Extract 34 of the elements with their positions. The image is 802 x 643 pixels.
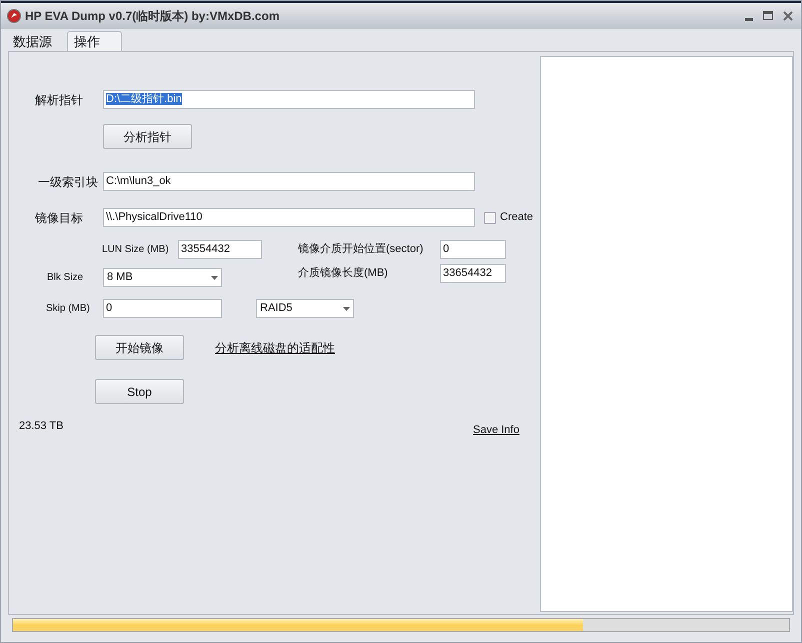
button[interactable]: Stop	[95, 379, 184, 404]
label: Skip (MB)	[46, 302, 91, 316]
window-title: HP EVA Dump v0.7(临时版本) by:VMxDB.com	[25, 8, 280, 25]
label: 23.53 TB	[19, 418, 64, 434]
tab[interactable]: 数据源	[7, 33, 67, 51]
label: 介质镜像长度(MB)	[298, 266, 389, 282]
input-field[interactable]: 0	[103, 299, 222, 318]
input-field[interactable]: C:\m\lun3_ok	[103, 172, 475, 191]
button[interactable]: 分析指针	[103, 124, 192, 149]
close-icon[interactable]	[783, 11, 793, 21]
label: 解析指针	[35, 92, 84, 108]
dropdown[interactable]: 8 MB	[103, 268, 222, 287]
input-field[interactable]: D:\二级指针.bin	[103, 90, 475, 109]
link[interactable]: 分析离线磁盘的适配性	[215, 338, 335, 356]
input-field[interactable]: 0	[440, 240, 506, 259]
dropdown[interactable]: RAID5	[256, 299, 354, 318]
label: LUN Size (MB)	[102, 243, 170, 257]
maximize-icon[interactable]	[763, 11, 773, 21]
input-field[interactable]: 33554432	[178, 240, 262, 259]
tab[interactable]: 操作	[67, 31, 122, 51]
caret-icon	[211, 276, 218, 280]
button[interactable]: 开始镜像	[95, 335, 184, 360]
input-field[interactable]: \\.\PhysicalDrive110	[103, 208, 475, 227]
label: 镜像目标	[35, 210, 84, 226]
label: Blk Size	[47, 271, 84, 285]
input-field[interactable]: 33654432	[440, 264, 506, 283]
label: 一级索引块	[38, 174, 99, 190]
app-icon	[7, 9, 21, 23]
link[interactable]: Save Info	[473, 422, 520, 438]
checkbox[interactable]	[484, 212, 496, 224]
minimize-icon[interactable]	[745, 18, 755, 22]
label: Create	[500, 210, 534, 226]
label: 镜像介质开始位置(sector)	[298, 242, 424, 258]
caret-icon	[343, 306, 350, 310]
